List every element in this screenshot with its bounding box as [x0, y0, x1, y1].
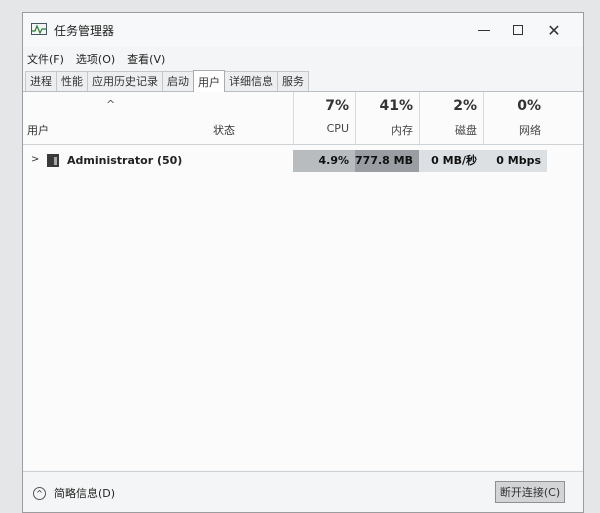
tab-services[interactable]: 服务	[277, 71, 309, 91]
tab-processes[interactable]: 进程	[25, 71, 57, 91]
column-header-status[interactable]: 状态	[213, 122, 235, 138]
fewer-details-link[interactable]: ^ 简略信息(D)	[33, 485, 115, 501]
minimize-button[interactable]	[467, 19, 501, 41]
column-header-memory[interactable]: 41% 内存	[355, 92, 419, 144]
minimize-icon	[478, 29, 490, 31]
close-icon: ✕	[547, 20, 561, 40]
tab-performance[interactable]: 性能	[56, 71, 88, 91]
column-header-cpu[interactable]: 7% CPU	[293, 92, 355, 144]
users-table: ^ 用户 状态 7% CPU 41% 内存 2% 磁盘 0% 网络 > Admi…	[23, 92, 583, 470]
network-total-percent: 0%	[517, 98, 541, 114]
task-manager-window: 任务管理器 ✕ 文件(F) 选项(O) 查看(V) 进程 性能 应用历史记录 启…	[22, 12, 584, 513]
tab-users[interactable]: 用户	[193, 70, 225, 92]
table-header: ^ 用户 状态 7% CPU 41% 内存 2% 磁盘 0% 网络	[23, 92, 583, 145]
cpu-cell: 4.9%	[293, 150, 355, 172]
close-button[interactable]: ✕	[537, 19, 571, 41]
menu-bar: 文件(F) 选项(O) 查看(V)	[23, 49, 583, 69]
expand-chevron-icon[interactable]: >	[31, 154, 39, 165]
memory-total-percent: 41%	[379, 98, 413, 114]
network-label: 网络	[519, 124, 541, 137]
menu-file[interactable]: 文件(F)	[27, 49, 64, 69]
memory-label: 内存	[391, 124, 413, 137]
tab-app-history[interactable]: 应用历史记录	[87, 71, 163, 91]
fewer-details-label: 简略信息(D)	[54, 487, 116, 500]
user-name: Administrator (50)	[67, 154, 183, 167]
menu-options[interactable]: 选项(O)	[76, 49, 115, 69]
tab-strip: 进程 性能 应用历史记录 启动 用户 详细信息 服务	[23, 70, 583, 92]
sort-up-icon: ^	[106, 98, 116, 111]
memory-cell: 777.8 MB	[355, 150, 419, 172]
cpu-label: CPU	[326, 122, 349, 135]
task-manager-icon	[31, 23, 47, 35]
window-title: 任务管理器	[54, 24, 115, 38]
tab-details[interactable]: 详细信息	[224, 71, 278, 91]
column-header-user[interactable]: 用户	[27, 122, 49, 138]
column-header-disk[interactable]: 2% 磁盘	[419, 92, 483, 144]
tab-startup[interactable]: 启动	[162, 71, 194, 91]
footer-bar: ^ 简略信息(D) 断开连接(C)	[23, 471, 583, 512]
disconnect-button[interactable]: 断开连接(C)	[495, 481, 565, 503]
network-cell: 0 Mbps	[483, 150, 547, 172]
table-row[interactable]: > Administrator (50) 4.9% 777.8 MB 0 MB/…	[23, 150, 583, 172]
maximize-button[interactable]	[501, 19, 535, 41]
chevron-up-icon: ^	[33, 486, 46, 500]
column-header-network[interactable]: 0% 网络	[483, 92, 547, 144]
title-bar: 任务管理器 ✕	[23, 13, 583, 47]
disk-label: 磁盘	[455, 124, 477, 137]
menu-view[interactable]: 查看(V)	[127, 49, 165, 69]
disk-cell: 0 MB/秒	[419, 150, 483, 172]
cpu-total-percent: 7%	[325, 98, 349, 114]
disk-total-percent: 2%	[453, 98, 477, 114]
maximize-icon	[513, 25, 523, 35]
status-cell	[213, 150, 293, 172]
user-icon	[47, 154, 59, 167]
